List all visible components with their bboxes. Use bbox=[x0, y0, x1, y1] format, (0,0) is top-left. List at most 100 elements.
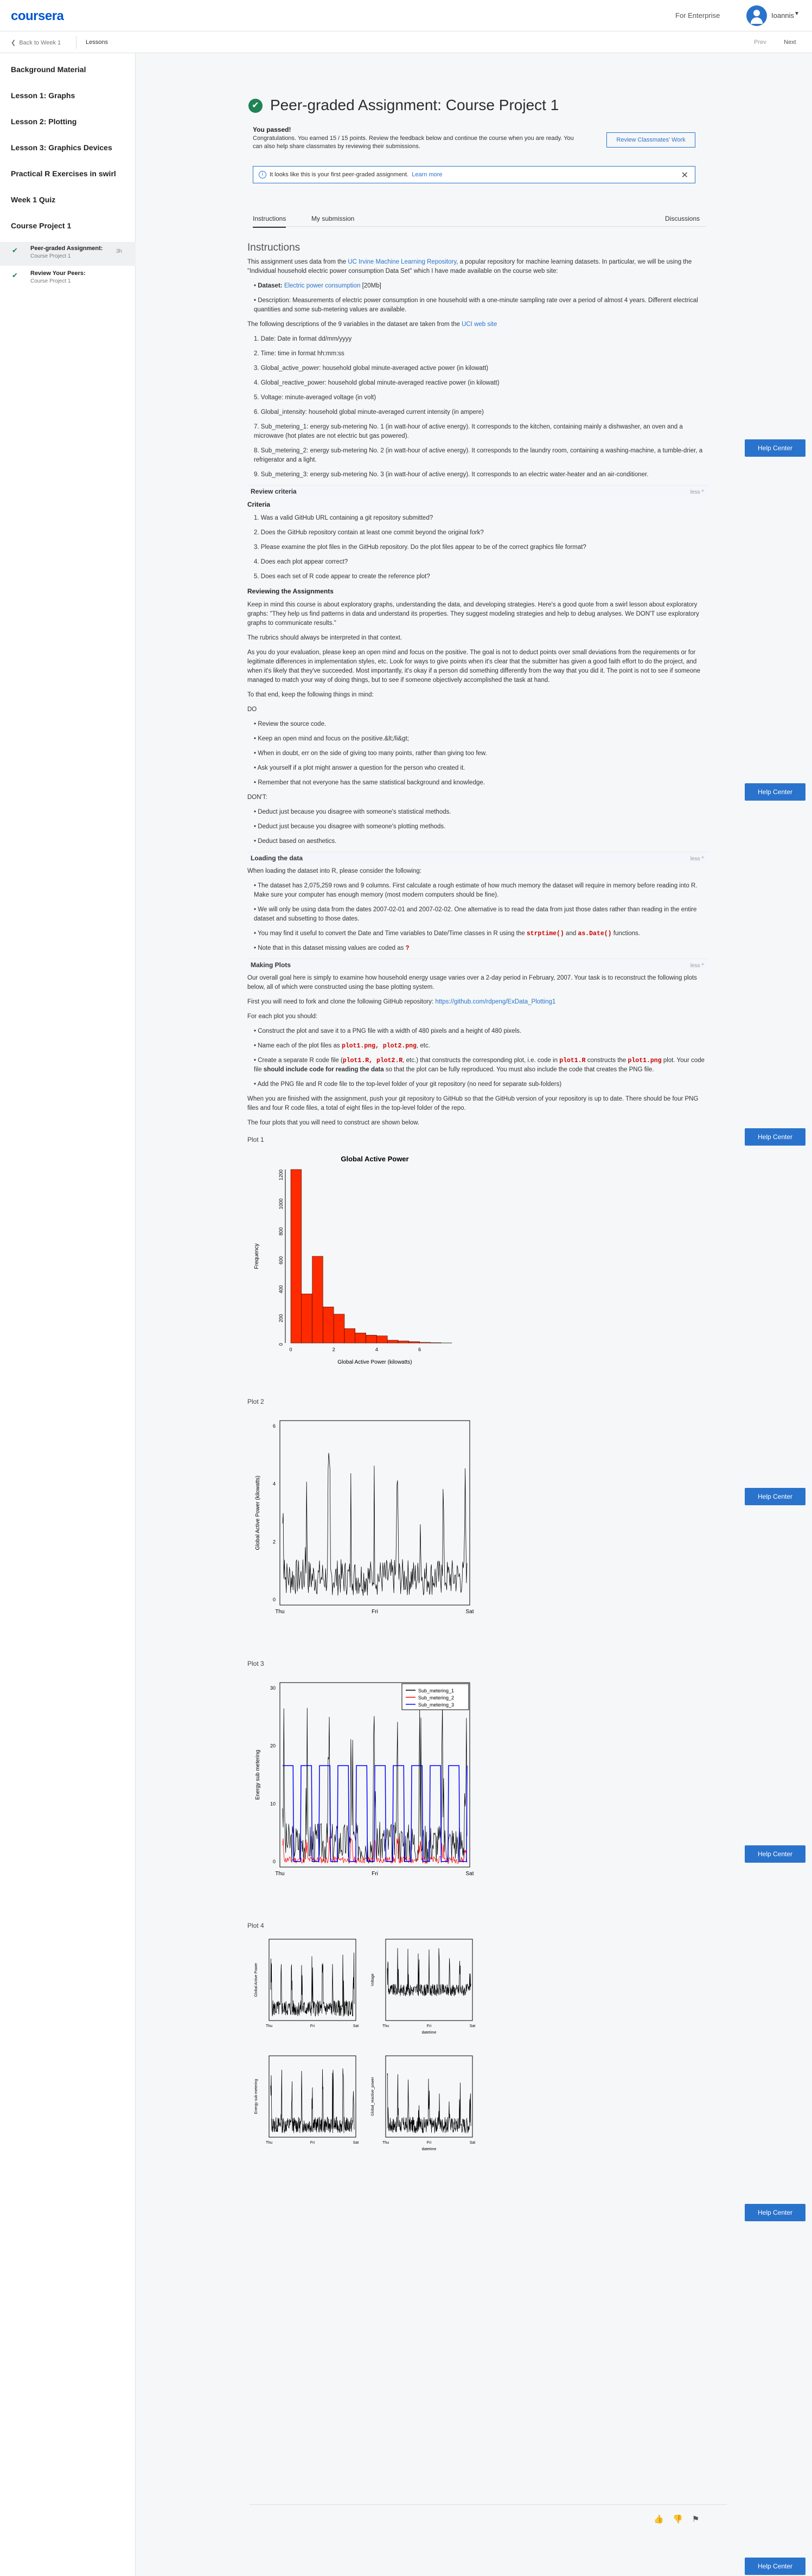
criteria-heading: Criteria bbox=[247, 501, 271, 508]
help-center-button[interactable]: Help Center bbox=[745, 1128, 805, 1146]
sidebar-item-lesson3[interactable]: Lesson 3: Graphics Devices bbox=[11, 143, 112, 152]
check-icon: ✔ bbox=[12, 246, 18, 254]
help-center-button[interactable]: Help Center bbox=[745, 783, 805, 801]
sidebar-item-swirl[interactable]: Practical R Exercises in swirl bbox=[11, 169, 116, 178]
y-tick-label: 1200 bbox=[278, 1169, 284, 1180]
flag-icon[interactable]: ⚑ bbox=[692, 2515, 699, 2524]
tab-my-submission[interactable]: My submission bbox=[311, 215, 354, 222]
y-axis-label: Voltage bbox=[371, 1973, 375, 1986]
x-tick-label: Fri bbox=[427, 2024, 432, 2028]
less-toggle[interactable]: less ^ bbox=[690, 488, 704, 497]
x-tick-label: Sat bbox=[470, 2024, 476, 2028]
less-toggle[interactable]: less ^ bbox=[690, 961, 704, 970]
bar bbox=[344, 1328, 356, 1344]
list-item: • Deduct just because you disagree with … bbox=[254, 823, 446, 830]
do-list: • Review the source code. • Keep an open… bbox=[254, 720, 708, 788]
coursera-logo[interactable]: coursera bbox=[11, 9, 64, 24]
paragraph: Our overall goal here is simply to exami… bbox=[247, 975, 697, 990]
check-icon: ✔ bbox=[12, 271, 18, 279]
dataset-link[interactable]: Electric power consumption bbox=[284, 283, 361, 289]
list-item: • Add the PNG file and R code file to th… bbox=[254, 1081, 562, 1088]
y-axis-label: Global Active Power (kilowatts) bbox=[255, 1475, 261, 1550]
x-tick-label: Thu bbox=[266, 2141, 272, 2145]
list-item: 1. Date: Date in format dd/mm/yyyy bbox=[254, 336, 352, 342]
sidebar-item-background[interactable]: Background Material bbox=[11, 65, 86, 74]
thumbs-up-icon[interactable]: 👍 bbox=[654, 2515, 664, 2524]
list-item: 2. Time: time in format hh:mm:ss bbox=[254, 350, 344, 357]
plot2-chart: Thu Fri Sat 0 2 4 6 Global Active Power (kilowa… bbox=[255, 1420, 474, 1615]
paragraph: This assignment uses data from the UC Ir… bbox=[247, 259, 692, 274]
help-center-button[interactable]: Help Center bbox=[745, 2558, 805, 2575]
learn-more-link[interactable]: Learn more bbox=[412, 171, 442, 178]
dataset-list: • Dataset: Electric power consumption [2… bbox=[254, 282, 708, 315]
subitem-sub: Course Project 1 bbox=[30, 253, 71, 259]
sidebar-subitem-assignment[interactable]: ✔ Peer-graded Assignment: Course Project… bbox=[0, 242, 136, 266]
list-item: • Construct the plot and save it to a PN… bbox=[254, 1028, 522, 1034]
section-making-plots[interactable]: Making Plots less ^ bbox=[247, 958, 708, 970]
series-line bbox=[283, 1765, 468, 1862]
variables-list: 1. Date: Date in format dd/mm/yyyy 2. Ti… bbox=[254, 335, 708, 480]
chart-title: Global Active Power bbox=[341, 1155, 408, 1163]
back-to-week-link[interactable]: ❮ Back to Week 1 bbox=[11, 39, 61, 46]
section-review-criteria[interactable]: Review criteria less ^ bbox=[247, 485, 708, 497]
sidebar-item-lesson2[interactable]: Lesson 2: Plotting bbox=[11, 117, 76, 126]
subitem-sub: Course Project 1 bbox=[30, 278, 71, 284]
section-loading-data[interactable]: Loading the data less ^ bbox=[247, 852, 708, 864]
list-item: 5. Voltage: minute-averaged voltage (in … bbox=[254, 394, 376, 401]
y-tick-label: 4 bbox=[273, 1481, 276, 1487]
less-toggle[interactable]: less ^ bbox=[690, 854, 704, 864]
list-item: 3. Global_active_power: household global… bbox=[254, 365, 489, 372]
prev-button[interactable]: Prev bbox=[754, 39, 766, 46]
y-axis-label: Global Active Power bbox=[254, 1963, 258, 1997]
do-label: DO bbox=[247, 706, 257, 713]
bar bbox=[290, 1169, 302, 1344]
x-axis-label: datetime bbox=[422, 2147, 437, 2151]
breadcrumb[interactable]: Lessons bbox=[86, 39, 108, 46]
x-tick-label: Thu bbox=[266, 2024, 272, 2028]
next-button[interactable]: Next bbox=[784, 39, 796, 46]
help-center-button[interactable]: Help Center bbox=[745, 439, 805, 457]
y-tick-label: 20 bbox=[270, 1743, 276, 1749]
sidebar-item-lesson1[interactable]: Lesson 1: Graphs bbox=[11, 91, 75, 100]
passed-label: You passed! bbox=[253, 126, 291, 133]
list-item: 2. Does the GitHub repository contain at… bbox=[254, 529, 484, 536]
list-item: • Ask yourself if a plot might answer a … bbox=[254, 765, 465, 771]
for-enterprise-link[interactable]: For Enterprise bbox=[675, 11, 720, 20]
help-center-button[interactable]: Help Center bbox=[745, 2204, 805, 2221]
x-tick-label: 6 bbox=[418, 1347, 421, 1352]
plot4-label: Plot 4 bbox=[247, 1922, 264, 1929]
x-tick-label: 0 bbox=[289, 1347, 292, 1352]
help-center-button[interactable]: Help Center bbox=[745, 1845, 805, 1863]
review-classmates-button[interactable]: Review Classmates' Work bbox=[606, 132, 695, 148]
list-item: 1. Was a valid GitHub URL containing a g… bbox=[254, 515, 433, 521]
legend-label: Sub_metering_3 bbox=[418, 1702, 454, 1708]
paragraph: The rubrics should always be interpreted… bbox=[247, 635, 402, 641]
y-tick-label: 2 bbox=[273, 1539, 276, 1544]
series-line bbox=[270, 1952, 355, 2017]
x-tick-label: Fri bbox=[427, 2141, 432, 2145]
x-tick-label: Thu bbox=[275, 1609, 284, 1615]
x-tick-label: Sat bbox=[465, 1871, 474, 1877]
subitem-title: Review Your Peers: bbox=[30, 270, 86, 277]
help-center-button[interactable]: Help Center bbox=[745, 1488, 805, 1505]
uci-website-link[interactable]: UCI web site bbox=[462, 321, 497, 328]
close-icon[interactable]: ✕ bbox=[681, 170, 688, 181]
tab-discussions[interactable]: Discussions bbox=[665, 215, 700, 222]
sidebar-item-project[interactable]: Course Project 1 bbox=[11, 221, 71, 230]
chevron-down-icon[interactable]: ▼ bbox=[794, 11, 800, 17]
sidebar-subitem-review[interactable]: ✔ Review Your Peers: Course Project 1 bbox=[0, 267, 136, 291]
avatar[interactable] bbox=[746, 5, 767, 26]
thumbs-down-icon[interactable]: 👎 bbox=[673, 2515, 683, 2524]
github-link[interactable]: https://github.com/rdpeng/ExData_Plottin… bbox=[435, 999, 555, 1005]
x-tick-label: Thu bbox=[275, 1871, 284, 1877]
list-item: 9. Sub_metering_3: energy sub-metering N… bbox=[254, 471, 649, 478]
uci-link[interactable]: UC Irvine Machine Learning Repository bbox=[348, 259, 456, 265]
instructions-heading: Instructions bbox=[247, 242, 300, 253]
bar bbox=[355, 1333, 366, 1344]
sidebar-item-quiz[interactable]: Week 1 Quiz bbox=[11, 195, 55, 204]
list-item: • Description: Measurements of electric … bbox=[254, 297, 698, 313]
tab-instructions[interactable]: Instructions bbox=[253, 215, 286, 228]
y-tick-label: 0 bbox=[273, 1859, 276, 1864]
plot2-label: Plot 2 bbox=[247, 1398, 264, 1405]
user-name[interactable]: Ioannis bbox=[771, 11, 794, 20]
